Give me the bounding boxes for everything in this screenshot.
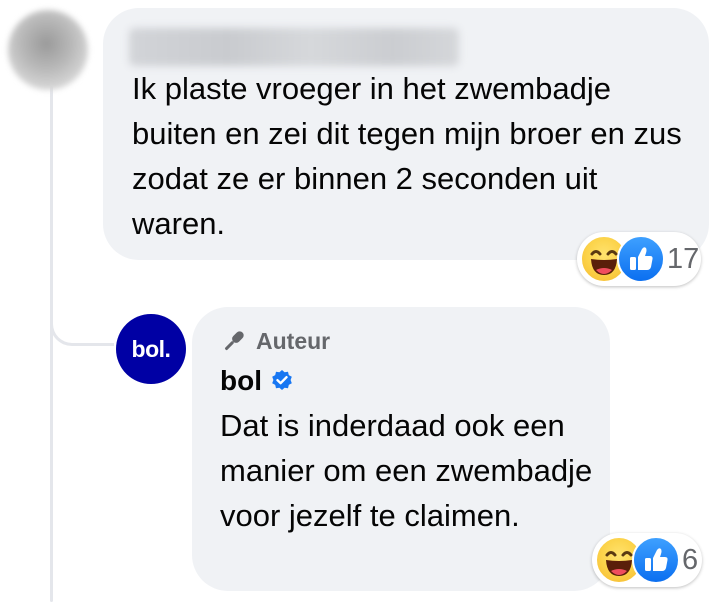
comment-reactions[interactable]: 17 [577,232,701,286]
author-badge-label: Auteur [256,327,331,354]
reaction-count: 17 [667,243,700,275]
reply-author-name[interactable]: bol [220,365,262,397]
author-badge: Auteur [220,327,330,355]
reply-reactions[interactable]: 6 [592,533,702,587]
verified-badge-icon [272,370,292,390]
reply-bubble: Auteur bol Dat is inderdaad ook een mani… [192,307,610,591]
like-thumb-icon [617,235,665,283]
microphone-icon [224,331,244,351]
commenter-avatar[interactable] [8,10,88,90]
reaction-count: 6 [682,544,699,576]
bol-avatar[interactable]: bol. [116,314,186,384]
thread-reply-connector [50,300,114,346]
reply-author-row: bol [220,365,294,397]
thread-line [50,86,53,602]
like-thumb-icon [632,536,680,584]
commenter-name-redacted[interactable] [129,28,459,66]
comment-text: Ik plaste vroeger in het zwembadje buite… [132,71,682,241]
reply-text: Dat is inderdaad ook een manier om een z… [220,408,593,533]
comment-bubble: Ik plaste vroeger in het zwembadje buite… [103,8,709,260]
bol-logo-text: bol. [131,335,171,362]
